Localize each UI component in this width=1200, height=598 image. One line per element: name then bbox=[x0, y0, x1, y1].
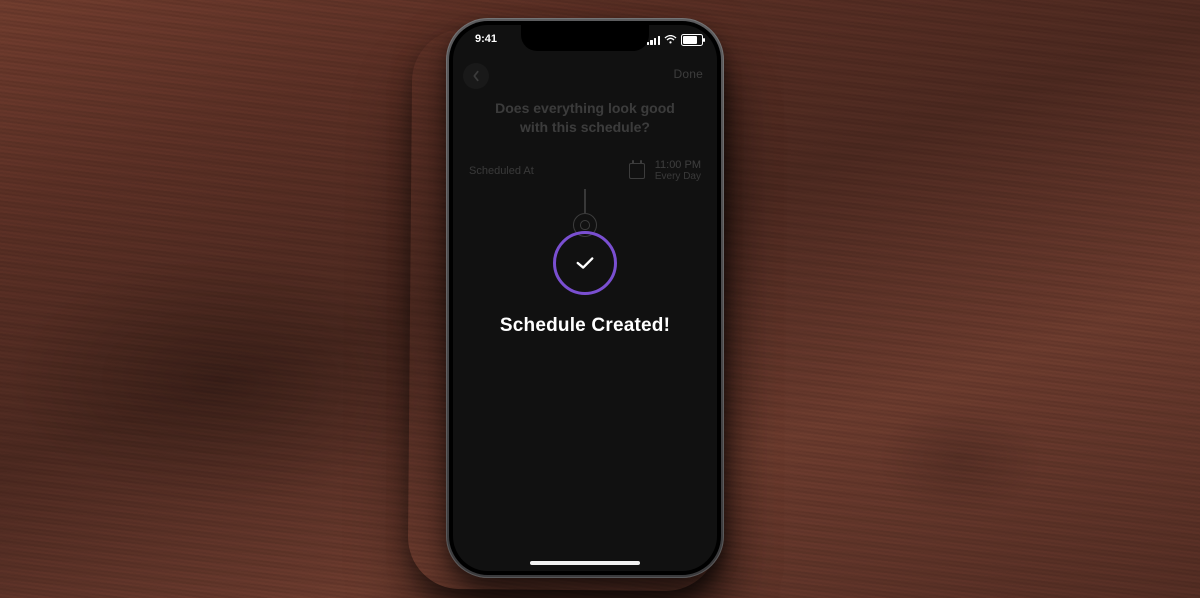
phone-bezel: 9:41 bbox=[449, 21, 721, 575]
confirmation-overlay: Schedule Created! bbox=[453, 25, 717, 571]
home-indicator[interactable] bbox=[530, 561, 640, 565]
status-bar-time: 9:41 bbox=[475, 33, 497, 45]
phone-screen: 9:41 bbox=[453, 25, 717, 571]
phone-notch bbox=[521, 25, 649, 51]
product-shot-background: 9:41 bbox=[0, 0, 1200, 598]
wifi-icon bbox=[664, 35, 677, 45]
phone-frame: 9:41 bbox=[446, 18, 724, 578]
battery-icon bbox=[681, 34, 703, 46]
confirmation-message: Schedule Created! bbox=[500, 315, 670, 337]
status-bar-indicators bbox=[647, 34, 703, 46]
check-icon bbox=[575, 255, 595, 271]
success-check-ring bbox=[553, 231, 617, 295]
